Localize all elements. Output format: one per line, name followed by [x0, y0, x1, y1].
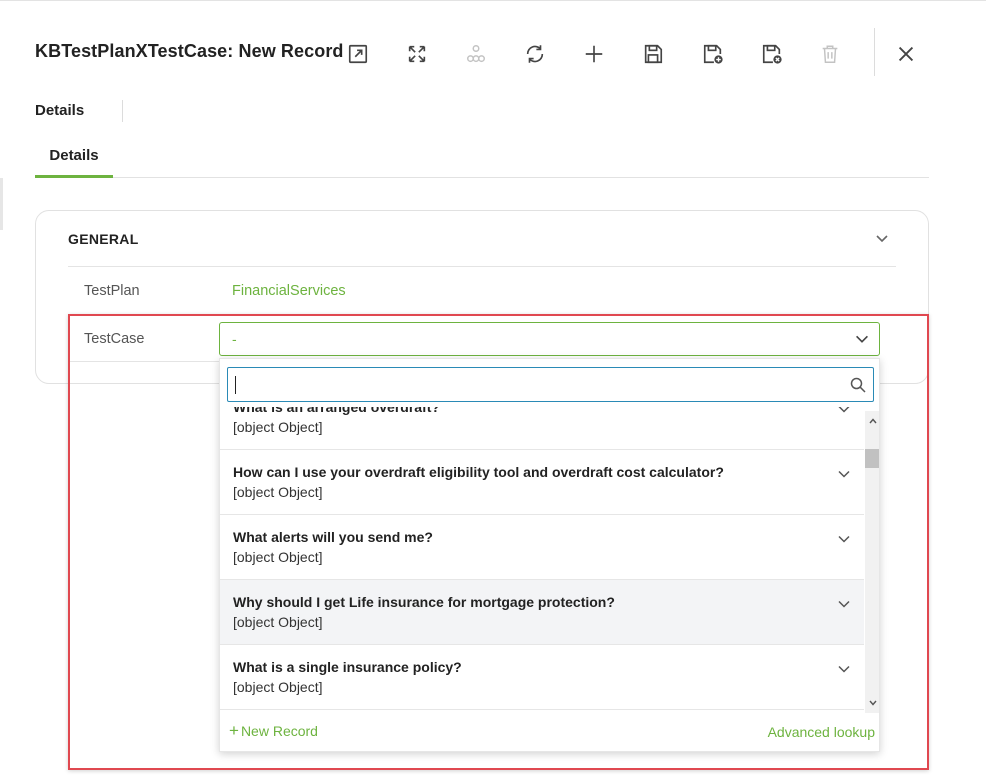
tab-bar: Details: [35, 140, 929, 178]
section-divider: [68, 266, 896, 267]
plus-icon: +: [229, 721, 239, 740]
tab-details[interactable]: Details: [35, 140, 113, 178]
delete-button[interactable]: [814, 38, 846, 70]
list-item[interactable]: What is a single insurance policy? [obje…: [220, 645, 864, 710]
testcase-label: TestCase: [84, 331, 145, 347]
open-in-new-window-button[interactable]: [342, 38, 374, 70]
close-icon: [898, 46, 914, 62]
list-item-subtitle: [object Object]: [233, 549, 323, 565]
plus-icon: [585, 45, 603, 63]
list-item[interactable]: How can I use your overdraft eligibility…: [220, 450, 864, 515]
list-item-title: What is a single insurance policy?: [233, 659, 462, 675]
save-and-close-button[interactable]: [756, 38, 788, 70]
new-button[interactable]: [578, 38, 610, 70]
refresh-icon: [526, 45, 544, 63]
list-item-subtitle: [object Object]: [233, 419, 323, 435]
save-icon: [644, 44, 663, 64]
close-button[interactable]: [890, 38, 922, 70]
list-item[interactable]: Why should I get Life insurance for mort…: [220, 580, 864, 645]
trash-icon: [822, 45, 838, 63]
chevron-down-icon[interactable]: [836, 531, 852, 547]
list-item-title: Why should I get Life insurance for mort…: [233, 594, 615, 610]
expand-icon: [408, 45, 426, 63]
chevron-down-icon[interactable]: [836, 407, 852, 417]
toolbar-divider: [874, 28, 875, 76]
advanced-lookup-link[interactable]: Advanced lookup: [768, 724, 875, 740]
search-icon[interactable]: [850, 377, 866, 393]
header-details-label: Details: [35, 102, 85, 119]
scroll-down-icon[interactable]: [867, 697, 879, 709]
testcase-selected-value: -: [232, 331, 237, 347]
text-caret: [235, 376, 236, 394]
new-record-link[interactable]: + New Record: [229, 721, 318, 740]
results-scrollbar[interactable]: [865, 411, 879, 713]
scrollbar-thumb[interactable]: [865, 449, 879, 468]
testcase-lookup-dropdown: What is an arranged overdraft? [object O…: [219, 358, 880, 752]
save-new-icon: [703, 44, 723, 64]
lookup-search-input[interactable]: [228, 368, 838, 401]
testplan-value-link[interactable]: FinancialServices: [232, 283, 346, 299]
save-button[interactable]: [637, 38, 669, 70]
refresh-button[interactable]: [519, 38, 551, 70]
hierarchy-button[interactable]: [460, 38, 492, 70]
section-title: GENERAL: [68, 231, 139, 247]
lookup-results-list: What is an arranged overdraft? [object O…: [220, 407, 864, 713]
top-border: [0, 0, 986, 1]
chevron-down-icon[interactable]: [872, 229, 892, 249]
record-title: KBTestPlanXTestCase: New Record: [35, 41, 344, 61]
list-item-subtitle: [object Object]: [233, 614, 323, 630]
list-item-title: What alerts will you send me?: [233, 529, 433, 545]
testcase-lookup-select[interactable]: -: [219, 322, 880, 356]
list-item-title: How can I use your overdraft eligibility…: [233, 464, 724, 480]
list-item-title: What is an arranged overdraft?: [233, 407, 440, 415]
testplan-label: TestPlan: [84, 283, 140, 299]
maximize-button[interactable]: [401, 38, 433, 70]
chevron-down-icon[interactable]: [836, 661, 852, 677]
save-and-new-button[interactable]: [697, 38, 729, 70]
chevron-down-icon: [856, 335, 868, 343]
lookup-footer: + New Record Advanced lookup: [220, 713, 879, 751]
hierarchy-icon: [467, 45, 485, 63]
external-link-icon: [348, 44, 368, 64]
chevron-down-icon[interactable]: [836, 596, 852, 612]
list-item-subtitle: [object Object]: [233, 484, 323, 500]
background-panel-edge: [0, 178, 3, 230]
list-item-subtitle: [object Object]: [233, 679, 323, 695]
lookup-search-box[interactable]: [227, 367, 874, 402]
list-item[interactable]: What is an arranged overdraft? [object O…: [220, 407, 864, 450]
row-divider: [68, 361, 220, 362]
chevron-down-icon[interactable]: [836, 466, 852, 482]
list-item[interactable]: What alerts will you send me? [object Ob…: [220, 515, 864, 580]
new-record-label: New Record: [240, 723, 318, 739]
save-close-icon: [762, 44, 782, 64]
scroll-up-icon[interactable]: [867, 415, 879, 427]
header-separator: [122, 100, 123, 122]
